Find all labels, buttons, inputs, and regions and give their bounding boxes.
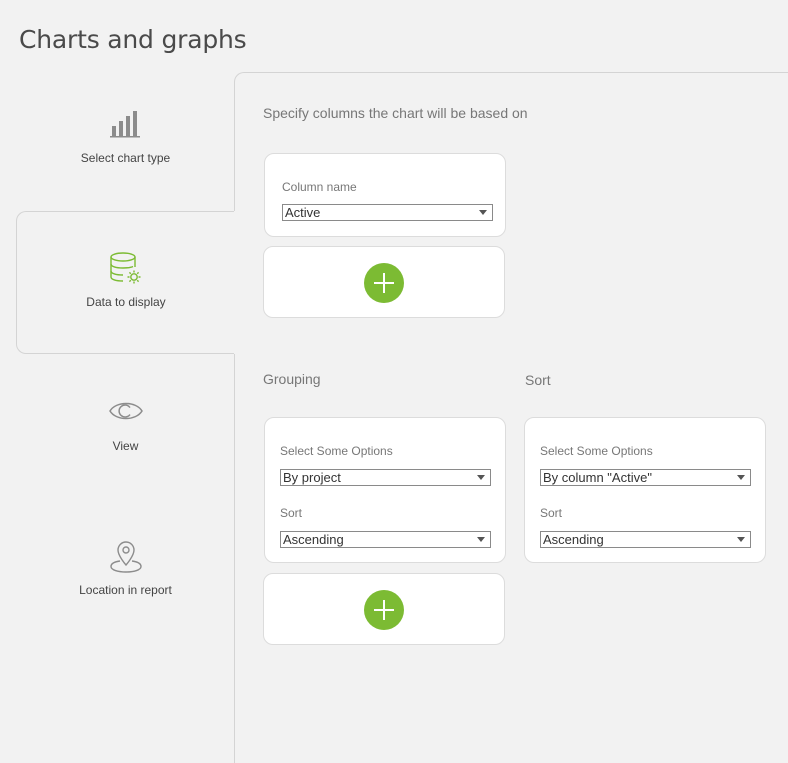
plus-icon bbox=[374, 600, 394, 620]
chevron-down-icon bbox=[479, 210, 487, 215]
column-name-select[interactable]: Active bbox=[282, 204, 493, 221]
step-view[interactable]: View bbox=[16, 354, 235, 497]
grouping-card: Select Some Options By project Sort Asce… bbox=[264, 417, 506, 563]
step-label: Select chart type bbox=[80, 151, 171, 165]
instruction-text: Specify columns the chart will be based … bbox=[263, 105, 528, 121]
select-value: By column "Active" bbox=[543, 470, 652, 485]
sort-options-select[interactable]: By column "Active" bbox=[540, 469, 751, 486]
plus-icon bbox=[374, 273, 394, 293]
add-grouping-card bbox=[263, 573, 505, 645]
sort-options-label: Select Some Options bbox=[540, 444, 653, 458]
sort-direction-label: Sort bbox=[540, 506, 563, 520]
grouping-sort-select[interactable]: Ascending bbox=[280, 531, 491, 548]
step-label: Location in report bbox=[79, 583, 172, 597]
database-settings-icon bbox=[108, 251, 144, 292]
chevron-down-icon bbox=[737, 537, 745, 542]
grouping-heading: Grouping bbox=[263, 371, 321, 387]
eye-icon bbox=[108, 398, 144, 429]
step-data-to-display[interactable]: Data to display bbox=[16, 211, 235, 354]
step-location-in-report[interactable]: Location in report bbox=[16, 497, 235, 640]
column-card: Column name Active bbox=[264, 153, 506, 237]
chevron-down-icon bbox=[477, 475, 485, 480]
add-column-button[interactable] bbox=[364, 263, 404, 303]
page-title: Charts and graphs bbox=[19, 25, 247, 54]
sort-heading: Sort bbox=[525, 372, 551, 388]
select-value: Ascending bbox=[283, 532, 344, 547]
grouping-options-select[interactable]: By project bbox=[280, 469, 491, 486]
select-value: By project bbox=[283, 470, 341, 485]
sort-card: Select Some Options By column "Active" S… bbox=[524, 417, 766, 563]
sort-direction-select[interactable]: Ascending bbox=[540, 531, 751, 548]
grouping-options-label: Select Some Options bbox=[280, 444, 393, 458]
chevron-down-icon bbox=[477, 537, 485, 542]
column-name-label: Column name bbox=[282, 180, 357, 194]
add-column-card bbox=[263, 246, 505, 318]
add-grouping-button[interactable] bbox=[364, 590, 404, 630]
select-value: Active bbox=[285, 205, 321, 220]
step-label: Data to display bbox=[86, 295, 166, 309]
step-label: View bbox=[112, 439, 139, 453]
location-pin-icon bbox=[108, 539, 144, 580]
select-value: Ascending bbox=[543, 532, 604, 547]
grouping-sort-label: Sort bbox=[280, 506, 303, 520]
bar-chart-icon bbox=[109, 110, 143, 143]
active-tab-connector bbox=[234, 211, 236, 354]
step-select-chart-type[interactable]: Select chart type bbox=[16, 70, 235, 213]
chevron-down-icon bbox=[737, 475, 745, 480]
